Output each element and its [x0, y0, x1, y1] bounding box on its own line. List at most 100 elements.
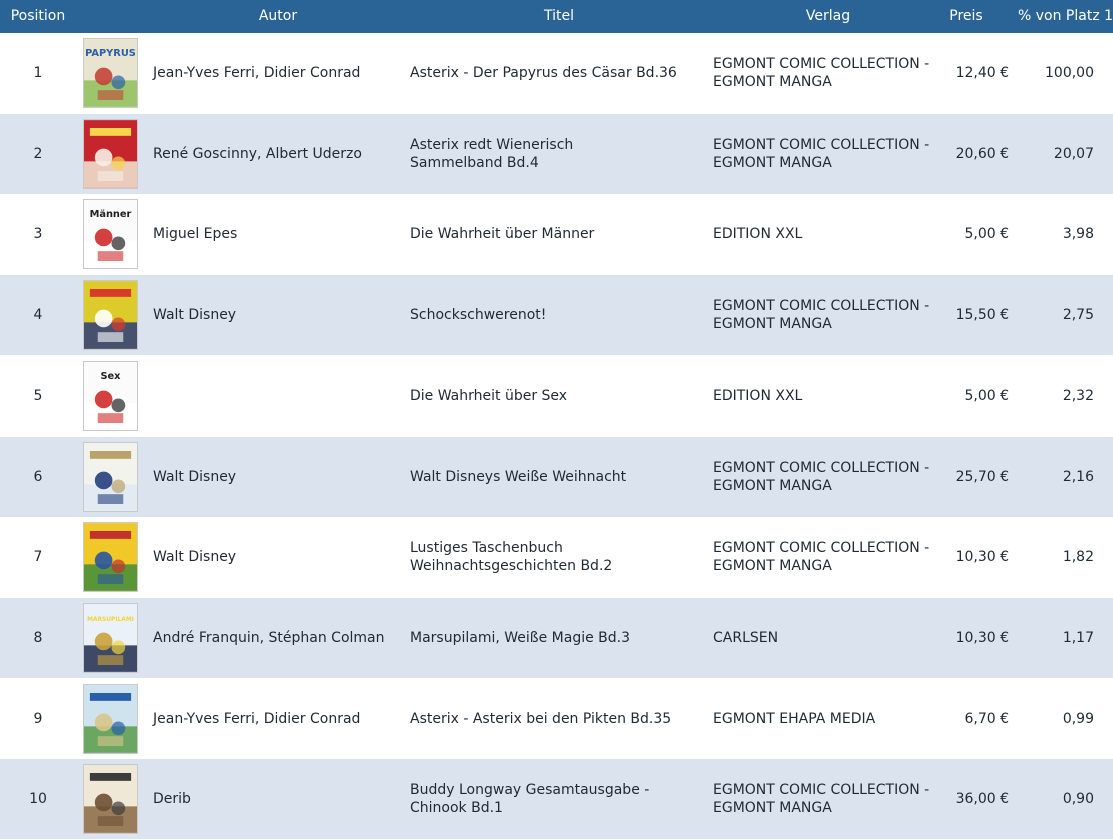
asterix-wienerisch-cover-icon[interactable]: [83, 118, 138, 189]
preis-cell: 25,70 €: [955, 468, 1009, 485]
svg-text:Sex: Sex: [100, 371, 121, 382]
autor-cell: Derib: [153, 791, 191, 808]
table-row[interactable]: 2 René Goscinny, Albert Uderzo Asterix re…: [0, 113, 1113, 194]
position-cell: 3: [33, 226, 43, 243]
asterix-papyrus-cover-icon[interactable]: PAPYRUS: [83, 38, 138, 108]
table-header: Position Autor Titel Verlag Preis % von …: [0, 0, 1113, 33]
asterix-pikten-cover-icon[interactable]: [83, 683, 138, 754]
titel-cell-line: Asterix - Der Papyrus des Cäsar Bd.36: [410, 65, 677, 81]
titel-cell-line: Weihnachtsgeschichten Bd.2: [410, 558, 613, 575]
verlag-cell: EGMONT COMIC COLLECTION - EGMONT MANGA: [713, 517, 941, 597]
buddy-longway-cover-icon[interactable]: [83, 764, 138, 835]
table-row[interactable]: 1 PAPYRUS Jean-Yves Ferri, Didier Conrad…: [0, 33, 1113, 113]
autor-cell: René Goscinny, Albert Uderzo: [153, 145, 362, 162]
verlag-cell: EGMONT COMIC COLLECTION - EGMONT MANGA: [713, 437, 941, 517]
verlag-cell-line: EGMONT MANGA: [713, 558, 832, 575]
verlag-cell-line: EGMONT COMIC COLLECTION -: [713, 459, 930, 476]
verlag-cell-line: EGMONT MANGA: [713, 74, 832, 90]
titel-cell-line: Buddy Longway Gesamtausgabe -: [410, 782, 650, 799]
pct-cell: 20,07: [1053, 145, 1094, 162]
header-verlag[interactable]: Verlag: [712, 0, 944, 33]
titel-cell[interactable]: Lustiges Taschenbuch Weihnachtsgeschichte…: [410, 517, 708, 597]
table-row[interactable]: 3 Männer Miguel Epes Die Wahrheit über Mä…: [0, 194, 1113, 274]
verlag-cell: EGMONT COMIC COLLECTION - EGMONT MANGA: [713, 275, 941, 355]
titel-cell[interactable]: Die Wahrheit über Sex: [410, 356, 708, 436]
preis-cell: 6,70 €: [964, 710, 1009, 727]
pct-cell: 2,16: [1062, 468, 1094, 485]
preis-cell: 36,00 €: [955, 791, 1009, 808]
titel-cell[interactable]: Die Wahrheit über Männer: [410, 194, 708, 274]
position-cell: 6: [33, 468, 43, 485]
verlag-cell: EGMONT COMIC COLLECTION - EGMONT MANGA: [713, 759, 941, 839]
verlag-cell: EDITION XXL: [713, 356, 941, 436]
titel-cell-line: Chinook Bd.1: [410, 800, 503, 817]
preis-cell: 10,30 €: [955, 629, 1009, 646]
marsupilami-cover-icon[interactable]: MARSUPILAMI: [83, 602, 138, 673]
table-row[interactable]: 5 Sex Die Wahrheit über Sex EDITION XXL 5,…: [0, 356, 1113, 436]
lustiges-taschenbuch-cover-icon[interactable]: [83, 522, 138, 593]
position-cell: 1: [33, 65, 43, 81]
pct-cell: 0,99: [1062, 710, 1094, 727]
pct-cell: 0,90: [1062, 791, 1094, 808]
verlag-cell-line: EGMONT MANGA: [713, 800, 832, 817]
verlag-cell-line: EGMONT COMIC COLLECTION -: [713, 298, 930, 315]
pct-cell: 3,98: [1062, 226, 1094, 243]
titel-cell-line: Marsupilami, Weiße Magie Bd.3: [410, 629, 631, 646]
verlag-cell-line: EGMONT COMIC COLLECTION -: [713, 540, 930, 557]
header-autor[interactable]: Autor: [150, 0, 406, 33]
weisse-weihnacht-cover-icon[interactable]: [83, 441, 138, 512]
verlag-cell: EDITION XXL: [713, 194, 941, 274]
table-row[interactable]: 8 MARSUPILAMI André Franquin, Stéphan Co…: [0, 597, 1113, 678]
pct-cell: 1,17: [1062, 629, 1094, 646]
pct-cell: 1,82: [1062, 549, 1094, 566]
titel-cell[interactable]: Asterix - Der Papyrus des Cäsar Bd.36: [410, 33, 708, 113]
pct-cell: 2,32: [1062, 387, 1094, 404]
preis-cell: 5,00 €: [964, 226, 1009, 243]
autor-cell: Miguel Epes: [153, 226, 238, 243]
titel-cell[interactable]: Asterix redt Wienerisch Sammelband Bd.4: [410, 114, 708, 194]
donald-duck-cover-icon[interactable]: [83, 280, 138, 351]
header-pct[interactable]: % von Platz 1: [1018, 0, 1113, 33]
table-row[interactable]: 4 Walt Disney Schockschwerenot! EGMONT COM…: [0, 275, 1113, 356]
titel-cell-line: Die Wahrheit über Sex: [410, 387, 568, 404]
pct-cell: 100,00: [1045, 65, 1094, 81]
titel-cell[interactable]: Schockschwerenot!: [410, 275, 708, 355]
autor-cell: André Franquin, Stéphan Colman: [153, 629, 385, 646]
titel-cell[interactable]: Asterix - Asterix bei den Pikten Bd.35: [410, 679, 708, 759]
verlag-cell-line: EGMONT COMIC COLLECTION -: [713, 782, 930, 799]
titel-cell[interactable]: Buddy Longway Gesamtausgabe - Chinook Bd.…: [410, 759, 708, 839]
autor-cell: Walt Disney: [153, 549, 237, 566]
titel-cell[interactable]: Walt Disneys Weiße Weihnacht: [410, 437, 708, 517]
table-row[interactable]: 10 Derib Buddy Longway Gesamtausgabe - Chi…: [0, 759, 1113, 840]
verlag-cell: EGMONT COMIC COLLECTION - EGMONT MANGA: [713, 33, 941, 113]
titel-cell-line: Walt Disneys Weiße Weihnacht: [410, 468, 627, 485]
position-cell: 5: [33, 387, 43, 404]
table-row[interactable]: 7 Walt Disney Lustiges Taschenbuch Weihnac…: [0, 517, 1113, 597]
titel-cell[interactable]: Marsupilami, Weiße Magie Bd.3: [410, 598, 708, 678]
position-cell: 9: [33, 710, 43, 727]
titel-cell-line: Lustiges Taschenbuch: [410, 540, 563, 557]
position-cell: 8: [33, 629, 43, 646]
verlag-cell: EGMONT EHAPA MEDIA: [713, 679, 941, 759]
titel-cell-line: Asterix redt Wienerisch: [410, 136, 574, 153]
preis-cell: 15,50 €: [955, 307, 1009, 324]
autor-cell: Walt Disney: [153, 468, 237, 485]
sex-cover-icon[interactable]: Sex: [83, 360, 138, 431]
position-cell: 4: [33, 307, 43, 324]
maenner-cover-icon[interactable]: Männer: [83, 199, 138, 270]
table-row[interactable]: 9 Jean-Yves Ferri, Didier Conrad Asterix …: [0, 679, 1113, 759]
verlag-cell-line: EGMONT MANGA: [713, 477, 832, 494]
verlag-cell-line: EDITION XXL: [713, 387, 803, 404]
svg-text:Männer: Männer: [90, 209, 132, 220]
header-position[interactable]: Position: [0, 0, 76, 33]
verlag-cell-line: EDITION XXL: [713, 226, 803, 243]
verlag-cell: CARLSEN: [713, 598, 941, 678]
pct-cell: 2,75: [1062, 307, 1094, 324]
titel-cell-line: Sammelband Bd.4: [410, 154, 539, 171]
preis-cell: 12,40 €: [955, 65, 1009, 81]
header-titel[interactable]: Titel: [406, 0, 712, 33]
autor-cell: Walt Disney: [153, 307, 237, 324]
autor-cell: [153, 356, 403, 436]
header-preis[interactable]: Preis: [944, 0, 988, 33]
table-row[interactable]: 6 Walt Disney Walt Disneys Weiße Weihnach…: [0, 436, 1113, 517]
